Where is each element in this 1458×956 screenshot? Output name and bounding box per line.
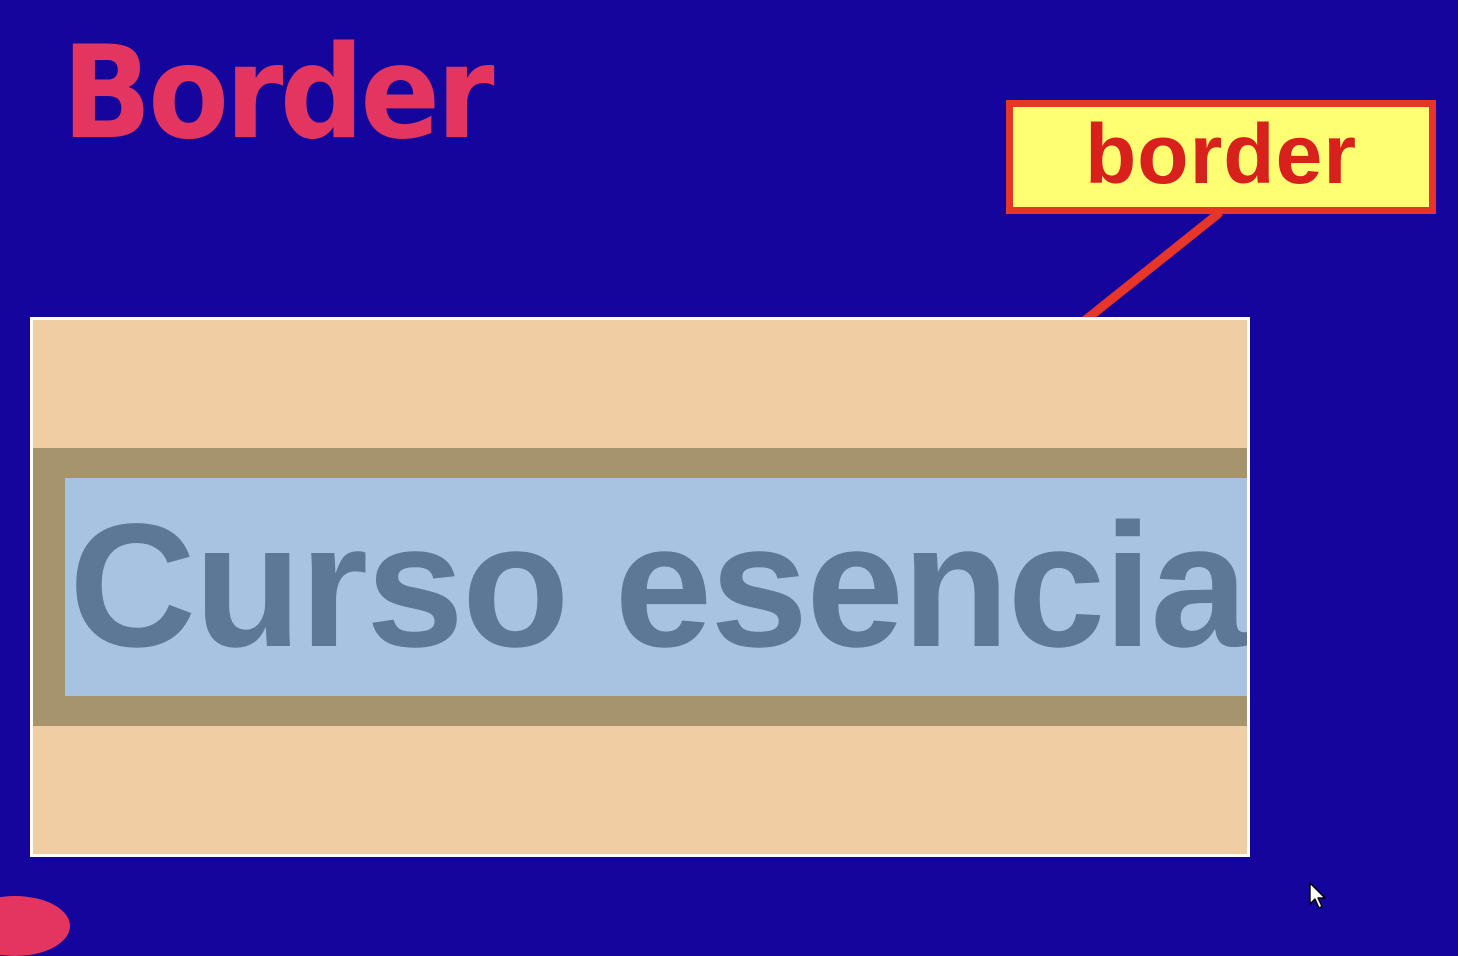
- callout-label: border: [1084, 107, 1358, 201]
- mouse-pointer-icon: [1309, 882, 1326, 909]
- demo-heading-text: Curso esencial: [69, 488, 1250, 684]
- slide-title: Border: [62, 19, 495, 168]
- demo-border-area: Curso esencial: [33, 448, 1250, 726]
- border-callout: border: [1006, 100, 1436, 214]
- decorative-corner-shape: [0, 896, 70, 956]
- box-model-demo: Curso esencial: [30, 317, 1250, 857]
- demo-content-area: Curso esencial: [65, 478, 1250, 696]
